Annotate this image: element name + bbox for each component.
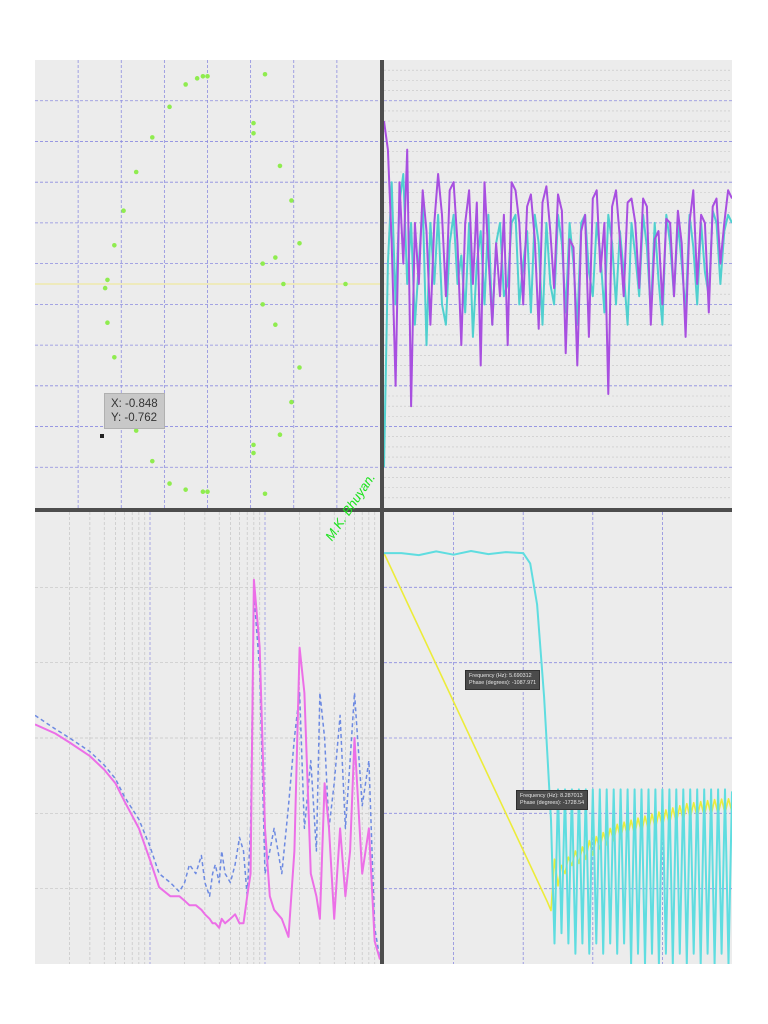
phase-response-panel[interactable]: Frequency (Hz): 5.690312 Phase (degrees)…	[384, 512, 732, 964]
magnitude-plot-panel[interactable]	[384, 60, 732, 508]
phase-response-grid	[384, 512, 732, 964]
scatter-point	[183, 82, 188, 87]
scatter-point	[150, 458, 155, 464]
scatter-point	[194, 76, 200, 81]
magnitude-chart	[384, 69, 732, 499]
scatter-point	[133, 428, 139, 433]
pole-zero-chart	[35, 60, 380, 508]
spectrum-plot-panel[interactable]	[35, 512, 380, 964]
scatter-point	[281, 281, 286, 287]
phase-response-chart	[384, 512, 732, 964]
scatter-point	[297, 240, 302, 246]
phase-marker-2-phase: Phase (degrees): -1728.54	[520, 800, 585, 806]
phase-marker-1-frequency: Frequency (Hz): 5.690312	[469, 673, 532, 679]
scatter-point	[200, 73, 206, 79]
phase-marker-tooltip-2: Frequency (Hz): 8.287013 Phase (degrees)…	[516, 790, 589, 810]
scatter-point	[260, 302, 265, 307]
scatter-point	[277, 163, 283, 169]
scatter-point	[167, 104, 172, 110]
cursor-readout: X: -0.848 Y: -0.762	[104, 393, 165, 429]
scatter-point	[251, 442, 256, 448]
scatter-point	[102, 285, 108, 291]
phase-marker-tooltip-1: Frequency (Hz): 5.690312 Phase (degrees)…	[465, 670, 541, 690]
cursor-marker[interactable]	[100, 434, 104, 438]
scatter-point	[260, 261, 265, 266]
scatter-point	[150, 135, 155, 140]
spectrum-grid	[35, 512, 380, 964]
scatter-point	[105, 277, 110, 283]
scatter-point	[277, 432, 283, 437]
scatter-point	[251, 120, 256, 126]
scatter-point	[273, 322, 278, 328]
scatter-point	[121, 208, 126, 213]
scatter-point	[251, 450, 256, 456]
phase-marker-2-frequency: Frequency (Hz): 8.287013	[520, 793, 583, 799]
scatter-point	[289, 399, 294, 405]
pole-zero-plot-panel[interactable]: X: -0.848 Y: -0.762	[35, 60, 380, 508]
scatter-point	[133, 169, 139, 175]
cursor-y-readout: Y: -0.762	[111, 412, 158, 424]
scatter-point	[273, 255, 278, 260]
scatter-point	[205, 489, 210, 495]
response-series-cyan	[384, 550, 732, 964]
scatter-point	[167, 481, 172, 486]
spectrum-chart	[35, 512, 380, 964]
scatter-point	[262, 71, 268, 77]
scatter-point	[289, 198, 294, 203]
magnitude-grid	[384, 69, 732, 499]
scatter-point	[251, 131, 256, 136]
scatter-point	[262, 491, 268, 497]
scatter-point	[183, 487, 188, 492]
scatter-point	[200, 489, 206, 495]
figure-grid: X: -0.848 Y: -0.762 Frequency (Hz): 5.69…	[35, 60, 732, 964]
cursor-x-readout: X: -0.848	[111, 398, 158, 410]
scatter-point	[205, 73, 210, 79]
scatter-point	[112, 243, 117, 248]
spectrum-series-blue-dashed	[35, 592, 380, 960]
scatter-point	[112, 355, 117, 360]
scatter-point	[297, 365, 302, 370]
scatter-point	[343, 281, 348, 287]
phase-marker-1-phase: Phase (degrees): -1087.971	[469, 680, 537, 686]
scatter-point	[105, 320, 110, 325]
phase-series-yellow	[384, 552, 732, 912]
spectrum-series-pink	[35, 578, 380, 960]
